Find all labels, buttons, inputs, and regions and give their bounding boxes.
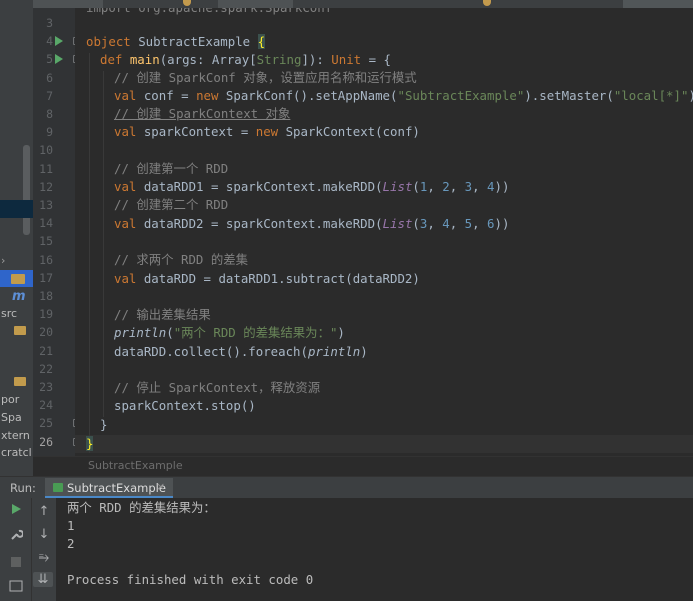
run-toolbar [0,498,31,601]
line-number: 7 [46,88,53,103]
code-line-20: println("两个 RDD 的差集结果为：") [114,325,345,340]
arrow-up-icon[interactable]: ↑ [34,504,54,519]
file-icon [483,0,491,6]
console-line: Process finished with exit code 0 [67,572,314,587]
code-line-23: // 停止 SparkContext，释放资源 [114,380,321,395]
line-number: 26 [39,434,53,449]
line-number: 23 [39,380,53,394]
line-number: 18 [39,289,53,303]
project-tree-item-src[interactable]: src [1,307,17,320]
code-line-17: val dataRDD = dataRDD1.subtract(dataRDD2… [114,271,420,286]
run-gutter-icon[interactable] [55,54,63,65]
code-line-8: // 创建 SparkContext 对象 [114,106,291,121]
console-toolbar: ↑ ↓ ⥱ ⇊ [31,498,57,601]
editor-tab[interactable] [218,0,293,8]
line-number: 8 [46,107,53,121]
line-number: 9 [46,125,53,140]
code-editor[interactable]: import org.apache.spark.SparkConf object… [75,8,693,456]
line-number: 10 [39,143,53,158]
editor-tab[interactable] [623,0,693,8]
line-number: 12 [39,179,53,194]
editor-tab-bar [33,0,693,8]
code-line-11: // 创建第一个 RDD [114,161,229,176]
project-tree-item-por[interactable]: por [1,393,19,406]
breadcrumb[interactable]: SubtractExample [33,456,693,477]
code-line-26: } [86,436,94,451]
code-line-5: def main(args: Array[String]): Unit = { [100,52,391,67]
code-line-21: dataRDD.collect().foreach(println) [114,344,368,359]
console-line: 1 [67,518,75,533]
line-number: 24 [39,398,53,413]
line-number: 22 [39,361,53,376]
stop-icon[interactable] [6,556,26,572]
code-line-2: import org.apache.spark.SparkConf [86,8,332,17]
run-panel-header: Run: SubtractExample × [0,476,693,499]
wrench-icon[interactable] [6,527,26,545]
line-number: 15 [39,234,53,249]
soft-wrap-icon[interactable]: ⥱ [34,550,54,565]
code-line-14: val dataRDD2 = sparkContext.makeRDD(List… [114,216,510,231]
line-number: 16 [39,252,53,267]
code-line-4: object SubtractExample { [86,34,266,49]
close-icon[interactable]: × [156,480,165,493]
file-icon [183,0,191,6]
line-number: 6 [46,70,53,85]
code-line-25: } [100,417,108,432]
rerun-icon[interactable] [6,503,26,519]
console-line: 两个 RDD 的差集结果为： [67,500,216,515]
code-line-24: sparkContext.stop() [114,398,256,413]
code-line-7: val conf = new SparkConf().setAppName("S… [114,88,693,103]
code-line-12: val dataRDD1 = sparkContext.makeRDD(List… [114,179,510,194]
line-number: 17 [39,270,53,285]
line-number: 3 [46,16,53,30]
line-number: 13 [39,198,53,212]
layout-icon[interactable] [6,580,26,596]
run-tab-label[interactable]: SubtractExample [67,481,166,495]
run-gutter-icon[interactable] [55,36,63,47]
arrow-down-icon[interactable]: ↓ [34,527,54,542]
console-output[interactable]: 两个 RDD 的差集结果为： 1 2 Process finished with… [56,498,693,601]
code-line-13: // 创建第二个 RDD [114,197,229,212]
line-number: 5 [46,52,53,67]
project-tree-item-spa[interactable]: Spa [1,411,22,424]
code-line-16: // 求两个 RDD 的差集 [114,252,249,267]
line-number: 25 [39,416,53,431]
editor-tab[interactable] [33,0,103,8]
line-number: 19 [39,307,53,322]
scroll-to-end-icon[interactable]: ⇊ [33,572,53,587]
editor-gutter: 3 4 5 6 7 8 9 10 11 12 13 14 15 16 17 18 19 20 21 22 23 24 25 2… [33,8,81,456]
code-line-19: // 输出差集结果 [114,307,211,322]
console-line: 2 [67,536,75,551]
line-number: 11 [39,161,53,176]
code-line-9: val sparkContext = new SparkContext(conf… [114,124,420,139]
line-number: 14 [39,216,53,231]
code-line-6: // 创建 SparkConf 对象，设置应用名称和运行模式 [114,70,417,85]
line-number: 4 [46,34,53,49]
run-panel-label: Run: [10,481,36,495]
run-config-icon [53,483,63,492]
chevron-right-icon[interactable]: › [1,254,5,267]
current-line-highlight [75,435,693,453]
line-number: 21 [39,343,53,358]
line-number: 20 [39,325,53,340]
